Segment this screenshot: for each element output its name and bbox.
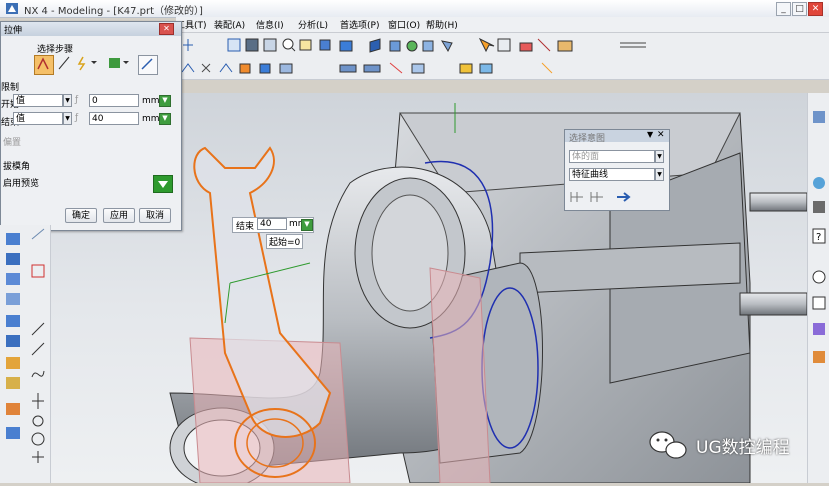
end-type-select[interactable]: 值 xyxy=(13,112,63,125)
limits-step-button[interactable] xyxy=(75,55,97,71)
start-unit: mm xyxy=(142,96,160,106)
resource-bar-icons: ? xyxy=(812,111,826,363)
close-button[interactable]: ✕ xyxy=(808,2,823,16)
resource-bar: ? xyxy=(807,93,829,483)
menu-assembly[interactable]: 装配(A) xyxy=(214,18,245,31)
view-toolbar-icons xyxy=(183,37,646,53)
extrude-dialog-titlebar[interactable] xyxy=(1,22,181,36)
draft-angle-label[interactable]: 拔模角 xyxy=(3,159,30,172)
direction-icon xyxy=(58,56,70,70)
feature-toolbar xyxy=(0,225,29,483)
sketch-toolbar xyxy=(28,225,51,483)
start-value-input[interactable]: 0 xyxy=(89,94,139,107)
menu-window[interactable]: 窗口(O) xyxy=(388,18,420,31)
end-formula-icon[interactable]: ƒ xyxy=(75,113,78,123)
svg-text:?: ? xyxy=(816,232,821,243)
boolean-icon xyxy=(109,58,129,68)
menu-help[interactable]: 帮助(H) xyxy=(426,18,458,31)
feature-curve-select[interactable]: 特征曲线 xyxy=(569,168,655,181)
menu-analysis[interactable]: 分析(L) xyxy=(298,18,328,31)
boolean-step-button[interactable] xyxy=(107,55,129,71)
dialog-close-icon[interactable]: ✕ xyxy=(159,23,174,35)
menu-bar: 工具(T) 装配(A) 信息(I) 分析(L) 首选项(P) 窗口(O) 帮助(… xyxy=(176,17,829,33)
section-icon xyxy=(37,57,49,70)
feature-curve-dropdown-icon[interactable]: ▼ xyxy=(655,168,664,181)
window-title-bar: NX 4 - Modeling - [K47.prt（修改的）] _ □ ✕ xyxy=(0,0,829,18)
close-icon[interactable]: ✕ xyxy=(657,130,665,140)
end-unit: mm xyxy=(142,114,160,124)
draft-step-button[interactable] xyxy=(138,55,158,75)
onscreen-end-input[interactable]: 结束 40 mm ▼ xyxy=(232,217,314,233)
limits-label: 限制 xyxy=(1,83,20,93)
selection-popup-tools xyxy=(570,192,631,202)
maximize-button[interactable]: □ xyxy=(792,2,807,16)
end-value-input[interactable]: 40 xyxy=(89,112,139,125)
selection-steps-label: 选择步骤 xyxy=(37,45,74,55)
body-face-select[interactable]: 体的面 xyxy=(569,150,655,163)
enable-preview-label: 启用预览 xyxy=(3,179,40,189)
menu-preferences[interactable]: 首选项(P) xyxy=(340,18,379,31)
watermark-text: UG数控编程 xyxy=(696,438,790,458)
direction-step-button[interactable] xyxy=(56,55,72,71)
toolbar-view xyxy=(176,33,829,58)
nx-app-icon xyxy=(6,3,18,14)
cancel-button[interactable]: 取消 xyxy=(139,208,171,223)
menu-info[interactable]: 信息(I) xyxy=(256,18,284,31)
selection-popup-title: 选择意图 xyxy=(569,134,606,144)
window-title: NX 4 - Modeling - [K47.prt（修改的）] xyxy=(24,6,203,17)
end-spin-icon[interactable]: ▼ xyxy=(159,113,171,125)
triangle-down-icon xyxy=(158,181,168,188)
start-formula-icon[interactable]: ƒ xyxy=(75,95,78,105)
lightning-icon xyxy=(77,56,97,71)
apply-button[interactable]: 应用 xyxy=(103,208,135,223)
chevron-down-icon[interactable]: ▼ xyxy=(647,130,653,139)
ok-button[interactable]: 确定 xyxy=(65,208,97,223)
end-type-dropdown-icon[interactable]: ▼ xyxy=(63,112,72,125)
preview-toggle[interactable] xyxy=(153,175,173,193)
start-type-dropdown-icon[interactable]: ▼ xyxy=(63,94,72,107)
extrude-dialog: 拉伸 ✕ 选择步骤 限制 开始 值 ▼ ƒ 0 mm ▼ 结束 值 ▼ ƒ 40… xyxy=(0,21,182,231)
onscreen-end-value[interactable]: 40 xyxy=(257,218,287,230)
draft-icon xyxy=(141,58,153,70)
sketch-toolbar-icons xyxy=(31,228,45,463)
body-face-dropdown-icon[interactable]: ▼ xyxy=(655,150,664,163)
onscreen-start-readout: 起始=0 xyxy=(266,234,304,249)
section-step-button[interactable] xyxy=(34,55,54,75)
toolbar-edit xyxy=(176,57,829,80)
offset-label[interactable]: 偏置 xyxy=(3,135,21,148)
onscreen-end-label: 结束 xyxy=(236,222,255,232)
start-spin-icon[interactable]: ▼ xyxy=(159,95,171,107)
extrude-dialog-title: 拉伸 xyxy=(4,26,23,36)
minimize-button[interactable]: _ xyxy=(776,2,791,16)
edit-toolbar-icons xyxy=(181,62,553,74)
selection-intent-popup: 选择意图 ▼ ✕ 体的面 ▼ 特征曲线 ▼ xyxy=(564,129,670,211)
feature-toolbar-icons xyxy=(6,233,20,439)
onscreen-spin-icon[interactable]: ▼ xyxy=(301,219,313,231)
start-type-select[interactable]: 值 xyxy=(13,94,63,107)
